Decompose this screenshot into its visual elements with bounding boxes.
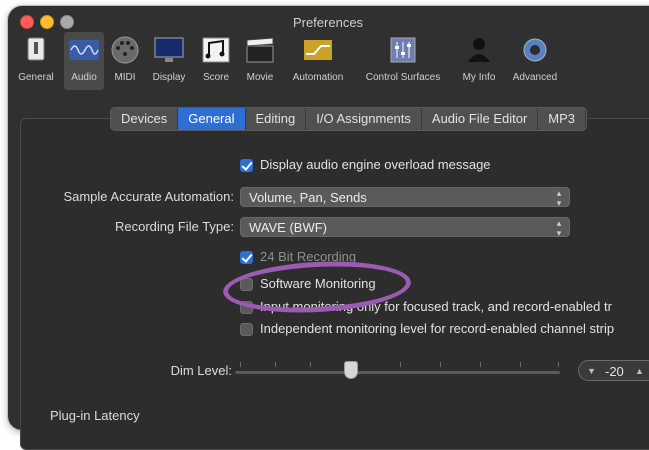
sample-accurate-automation-popup[interactable]: Volume, Pan, Sends ▴ ▾ <box>240 187 570 208</box>
toolbar-movie[interactable]: Movie <box>238 32 282 90</box>
tab-devices[interactable]: Devices <box>111 108 179 130</box>
dim-level-slider[interactable] <box>235 371 560 374</box>
tab-audio-file-editor[interactable]: Audio File Editor <box>422 108 539 130</box>
recording-file-type-popup[interactable]: WAVE (BWF) ▴ ▾ <box>240 217 570 238</box>
score-icon <box>202 37 230 63</box>
toolbar-display[interactable]: Display <box>146 32 192 90</box>
plugin-latency-heading: Plug-in Latency <box>50 408 140 423</box>
audio-icon <box>69 40 99 60</box>
tab-mp3[interactable]: MP3 <box>538 108 587 130</box>
slider-tick <box>240 362 241 367</box>
dim-level-stepper[interactable]: ▼ -20 ▲ <box>578 360 649 381</box>
audio-tab-bar: Devices General Editing I/O Assignments … <box>110 107 588 131</box>
slider-tick <box>310 362 311 367</box>
advanced-icon <box>523 38 547 62</box>
popup-chevron-icon: ▴ ▾ <box>556 218 562 238</box>
overload-message-checkbox[interactable] <box>240 159 253 172</box>
general-icon <box>27 37 45 61</box>
slider-tick <box>480 362 481 367</box>
sample-accurate-automation-label: Sample Accurate Automation: <box>63 189 234 204</box>
midi-icon <box>111 36 139 64</box>
toolbar-advanced[interactable]: Advanced <box>506 32 564 90</box>
toolbar-my-info[interactable]: My Info <box>454 32 504 90</box>
window-title: Preferences <box>292 15 364 30</box>
dim-level-slider-knob[interactable] <box>344 361 358 379</box>
overload-message-label: Display audio engine overload message <box>260 157 491 172</box>
independent-monitoring-label: Independent monitoring level for record-… <box>260 321 615 336</box>
toolbar-score[interactable]: Score <box>196 32 236 90</box>
stepper-up-icon[interactable]: ▲ <box>635 361 644 382</box>
slider-tick <box>558 362 559 367</box>
toolbar-audio[interactable]: Audio <box>64 32 104 90</box>
tab-general[interactable]: General <box>178 108 246 130</box>
control-surfaces-icon <box>390 37 416 63</box>
my-info-icon <box>468 38 490 62</box>
toolbar-midi[interactable]: MIDI <box>106 32 144 90</box>
recording-file-type-label: Recording File Type: <box>115 219 234 234</box>
preferences-toolbar: General Audio MIDI Display Score Movie A… <box>4 32 649 92</box>
slider-tick <box>440 362 441 367</box>
tab-io-assignments[interactable]: I/O Assignments <box>306 108 422 130</box>
bit-recording-checkbox[interactable] <box>240 251 253 264</box>
tab-editing[interactable]: Editing <box>246 108 307 130</box>
dim-level-value: -20 <box>605 364 624 379</box>
sample-accurate-automation-value: Volume, Pan, Sends <box>249 190 367 205</box>
toolbar-general[interactable]: General <box>10 32 62 90</box>
toolbar-automation[interactable]: Automation <box>284 32 352 90</box>
popup-chevron-icon: ▴ ▾ <box>556 188 562 208</box>
automation-icon <box>304 40 332 60</box>
slider-tick <box>520 362 521 367</box>
slider-tick <box>275 362 276 367</box>
display-icon <box>154 37 184 62</box>
slider-tick <box>400 362 401 367</box>
independent-monitoring-checkbox[interactable] <box>240 323 253 336</box>
toolbar-control-surfaces[interactable]: Control Surfaces <box>354 32 452 90</box>
recording-file-type-value: WAVE (BWF) <box>249 220 327 235</box>
stepper-down-icon[interactable]: ▼ <box>587 361 596 382</box>
dim-level-label: Dim Level: <box>170 363 232 378</box>
movie-icon <box>246 37 274 63</box>
